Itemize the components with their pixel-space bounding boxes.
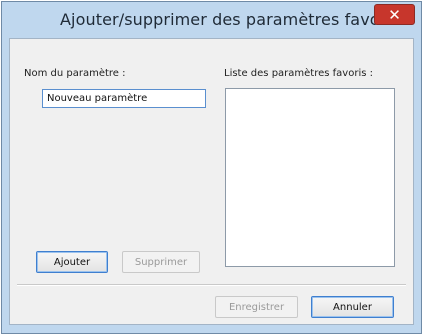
separator: [17, 284, 406, 286]
favorites-list-label: Liste des paramètres favoris :: [224, 68, 373, 79]
dialog-content: Nom du paramètre : Liste des paramètres …: [9, 38, 414, 325]
dialog-window: Ajouter/supprimer des paramètres favoris…: [1, 1, 422, 334]
name-input[interactable]: [42, 89, 206, 108]
add-button[interactable]: Ajouter: [36, 251, 108, 273]
name-label: Nom du paramètre :: [24, 68, 126, 79]
save-button[interactable]: Enregistrer: [215, 296, 298, 318]
delete-button[interactable]: Supprimer: [122, 251, 200, 273]
favorites-list[interactable]: [225, 88, 395, 267]
close-button[interactable]: ✕: [374, 4, 415, 25]
close-icon: ✕: [388, 5, 401, 24]
cancel-button[interactable]: Annuler: [311, 296, 394, 318]
dialog-title: Ajouter/supprimer des paramètres favoris: [60, 10, 400, 29]
title-bar[interactable]: Ajouter/supprimer des paramètres favoris…: [2, 2, 421, 36]
